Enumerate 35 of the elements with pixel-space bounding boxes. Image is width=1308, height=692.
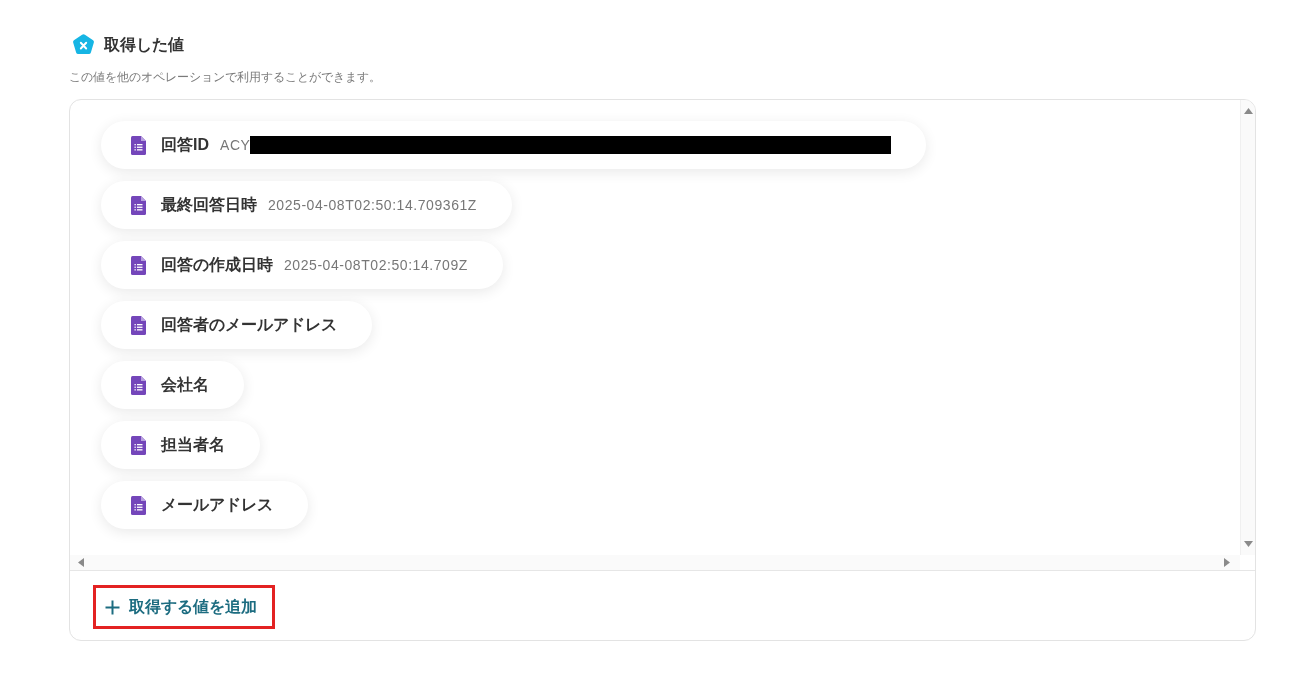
form-document-icon — [131, 135, 146, 155]
section-title: 取得した値 — [104, 36, 184, 53]
horizontal-scrollbar[interactable] — [70, 555, 1240, 570]
form-document-icon — [131, 255, 146, 275]
value-label: メールアドレス — [161, 495, 273, 515]
form-document-icon — [131, 375, 146, 395]
value-label: 会社名 — [161, 375, 209, 395]
value-label: 最終回答日時 — [161, 195, 257, 215]
plus-icon — [105, 599, 120, 615]
section-description: この値を他のオペレーションで利用することができます。 — [69, 71, 382, 83]
value-chip[interactable]: 回答の作成日時 2025-04-08T02:50:14.709Z — [101, 241, 503, 289]
value-chip[interactable]: 会社名 — [101, 361, 244, 409]
value-label: 回答者のメールアドレス — [161, 315, 337, 335]
form-document-icon — [131, 315, 146, 335]
value-text: ACY — [220, 135, 251, 155]
pentagon-x-icon — [72, 33, 95, 56]
form-document-icon — [131, 495, 146, 515]
scroll-left-arrow-icon[interactable] — [78, 558, 84, 567]
vertical-scrollbar[interactable] — [1240, 100, 1255, 555]
scroll-down-arrow-icon[interactable] — [1243, 541, 1253, 547]
value-label: 回答ID — [161, 135, 209, 155]
value-chip[interactable]: 担当者名 — [101, 421, 260, 469]
add-value-button[interactable]: 取得する値を追加 — [93, 585, 275, 629]
value-label: 担当者名 — [161, 435, 225, 455]
value-text: 2025-04-08T02:50:14.709Z — [284, 255, 468, 275]
value-label: 回答の作成日時 — [161, 255, 273, 275]
value-chip[interactable]: 回答ID ACY — [101, 121, 927, 169]
form-document-icon — [131, 435, 146, 455]
value-chip[interactable]: 回答者のメールアドレス — [101, 301, 372, 349]
value-chip[interactable]: 最終回答日時 2025-04-08T02:50:14.709361Z — [101, 181, 512, 229]
scroll-right-arrow-icon[interactable] — [1224, 558, 1230, 567]
value-chip[interactable]: メールアドレス — [101, 481, 308, 529]
scroll-up-arrow-icon[interactable] — [1243, 108, 1253, 114]
form-document-icon — [131, 195, 146, 215]
value-text: 2025-04-08T02:50:14.709361Z — [268, 195, 477, 215]
